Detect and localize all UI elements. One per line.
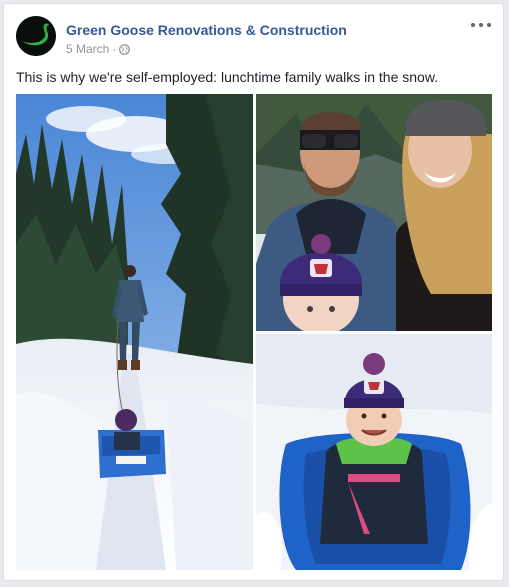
photo-family-selfie[interactable] (256, 94, 492, 331)
page-name-link[interactable]: Green Goose Renovations & Construction (66, 22, 347, 38)
photo-walk-in-snow[interactable] (16, 94, 253, 570)
goose-logo-icon (16, 16, 56, 56)
globe-icon[interactable] (119, 43, 131, 55)
dot (487, 23, 491, 27)
post-caption: This is why we're self-employed: lunchti… (16, 69, 439, 85)
more-options-icon[interactable] (471, 18, 491, 32)
photo-grid (16, 94, 492, 570)
dot (479, 23, 483, 27)
post-card: Green Goose Renovations & Construction 5… (3, 3, 504, 581)
dot (471, 23, 475, 27)
post-header: Green Goose Renovations & Construction 5… (16, 16, 491, 60)
meta-separator: · (112, 42, 117, 56)
photo-baby-in-sled[interactable] (256, 334, 492, 570)
post-meta: 5 March · (66, 42, 131, 56)
page-avatar[interactable] (16, 16, 56, 56)
post-date-link[interactable]: 5 March (66, 42, 109, 56)
